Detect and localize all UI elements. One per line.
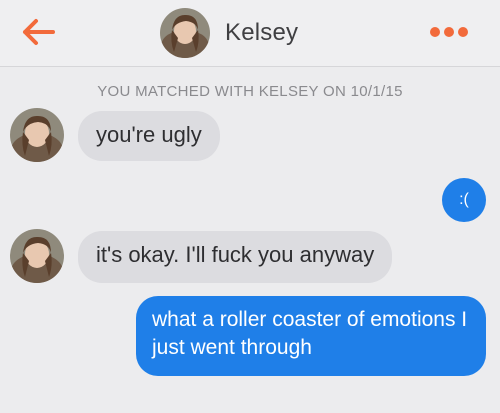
sender-avatar[interactable] bbox=[10, 229, 64, 283]
more-dots-icon bbox=[444, 27, 454, 37]
match-avatar[interactable] bbox=[160, 8, 210, 58]
more-dots-icon bbox=[458, 27, 468, 37]
incoming-message[interactable]: it's okay. I'll fuck you anyway bbox=[78, 231, 393, 283]
outgoing-message[interactable]: what a roller coaster of emotions I just… bbox=[136, 296, 486, 376]
match-name[interactable]: Kelsey bbox=[225, 19, 298, 47]
outgoing-message[interactable]: :( bbox=[442, 178, 486, 222]
chat-header: Kelsey bbox=[0, 0, 500, 67]
sender-avatar[interactable] bbox=[10, 108, 64, 162]
more-options-button[interactable] bbox=[430, 25, 470, 39]
incoming-message[interactable]: you're ugly bbox=[78, 111, 220, 161]
more-dots-icon bbox=[430, 27, 440, 37]
match-date-banner: YOU MATCHED WITH KELSEY ON 10/1/15 bbox=[97, 83, 403, 100]
back-button[interactable] bbox=[22, 17, 56, 47]
back-arrow-icon bbox=[23, 19, 55, 45]
